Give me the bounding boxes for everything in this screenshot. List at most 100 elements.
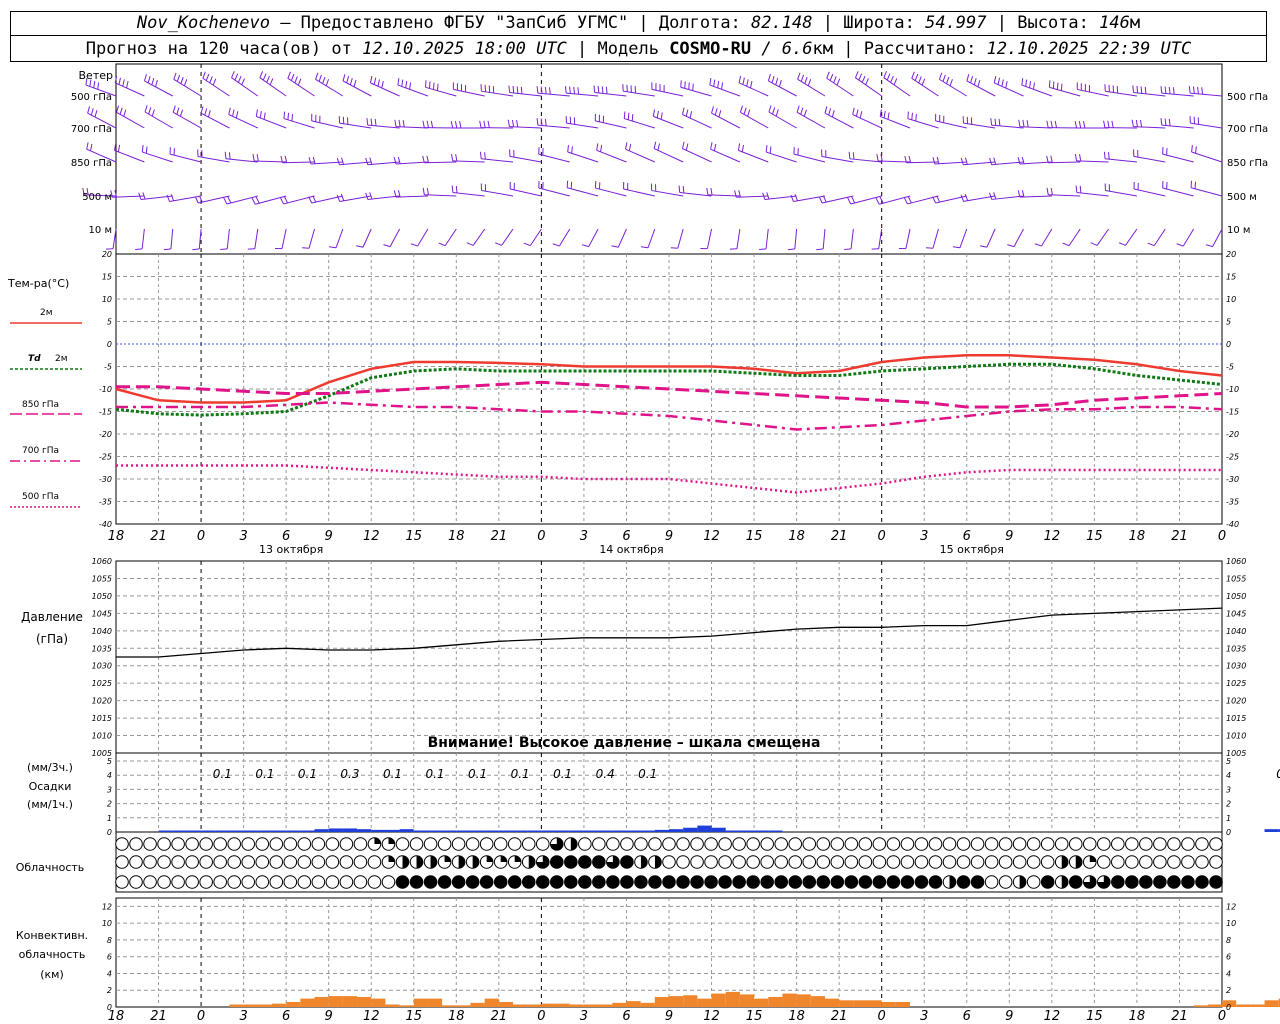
wind-barb-shaft (1019, 126, 1052, 129)
cloud-upper-symbol (620, 837, 634, 851)
wind-barb-feather (682, 141, 685, 149)
wind-barb-feather (409, 82, 412, 90)
wind-barb (422, 187, 457, 197)
conv-tick-right: 6 (1226, 953, 1231, 962)
wind-barb (565, 116, 599, 129)
wind-barb (536, 118, 570, 129)
wind-barb-feather (356, 245, 364, 248)
cloud-middle-symbol (662, 855, 676, 869)
cloud-fill (788, 875, 802, 889)
precip-bar (201, 830, 216, 832)
wind-barb (192, 228, 202, 251)
cloud-circle (367, 855, 382, 869)
cloud-lower-symbol (970, 875, 985, 889)
wind-barb-feather (212, 78, 217, 86)
cloud-lower-symbol (1181, 875, 1195, 889)
wind-barb (302, 228, 315, 249)
cloud-fill (704, 875, 718, 889)
cloud-circle (143, 855, 157, 869)
wind-barb-shaft (1190, 92, 1223, 97)
wind-barb (1103, 120, 1137, 129)
wind-barb (338, 116, 372, 129)
cloud-circle (816, 855, 831, 869)
convective-bar (243, 1004, 258, 1007)
cloud-circle (970, 855, 985, 869)
wind-barb-shaft (883, 77, 911, 97)
cloud-upper-symbol (858, 837, 873, 851)
precip-bar (1264, 829, 1279, 832)
wind-barb (581, 228, 599, 248)
precip-bar (754, 830, 769, 832)
time-tick-temp: 21 (1171, 529, 1188, 544)
wind-barb (993, 75, 1024, 97)
wind-barb-feather (767, 74, 771, 82)
conv-tick-left: 12 (102, 902, 112, 911)
wind-barb-feather (369, 75, 373, 83)
cloud-circle (367, 875, 382, 889)
wind-barb (1074, 153, 1109, 163)
wind-barb-shaft (395, 126, 428, 129)
time-tick-bottom: 21 (831, 1009, 848, 1024)
wind-barb-feather (1195, 146, 1197, 154)
cloud-circle (227, 855, 242, 869)
cloud-lower-symbol (381, 875, 396, 889)
wind-barb (1046, 155, 1081, 164)
wind-barb-shaft (452, 160, 485, 163)
cloud-lower-symbol (269, 875, 284, 889)
cloud-circle (592, 837, 606, 851)
wind-barb (739, 105, 769, 129)
wind-barb-feather (1192, 86, 1195, 94)
legend-850-label: 850 гПа (22, 400, 59, 410)
cloud-upper-symbol (395, 837, 410, 851)
wind-barb-feather (1139, 120, 1143, 128)
wind-barb-feather (854, 71, 859, 78)
cloud-fill (816, 875, 830, 889)
wind-barb (438, 228, 457, 247)
cloud-circle (872, 837, 887, 851)
wind-barb-shaft (991, 124, 1024, 129)
wind-barb-feather (259, 71, 264, 78)
convective-bar (484, 998, 499, 1007)
cloud-fill (802, 875, 816, 889)
wind-barb (966, 74, 996, 97)
wind-barb-shaft (287, 77, 315, 97)
cloud-circle (255, 875, 270, 889)
wind-barb-feather (494, 242, 502, 246)
cloud-lower-symbol (606, 875, 620, 889)
cloud-lower-symbol (718, 875, 732, 889)
temp-tick-right: -30 (1226, 475, 1239, 484)
time-tick-temp: 9 (665, 529, 673, 544)
cloud-circle (339, 837, 354, 851)
wind-barb-shaft (794, 228, 798, 249)
legend-700-label: 700 гПа (22, 446, 59, 456)
cloud-circle (129, 837, 143, 851)
cloud-circle (606, 837, 620, 851)
cloud-lower-symbol (1082, 875, 1097, 889)
precip-total-label: 0.1 (255, 767, 274, 781)
cloud-circle (914, 837, 929, 851)
wind-barb-feather (942, 74, 946, 82)
cloud-circle (283, 837, 298, 851)
wind-barb-feather (405, 80, 408, 88)
wind-barb-feather (738, 75, 742, 83)
cloud-lower-symbol (339, 875, 354, 889)
wind-barb (228, 107, 259, 129)
time-tick-temp: 18 (788, 529, 805, 544)
wind-barb (593, 85, 627, 97)
wind-barb-feather (148, 107, 152, 115)
cloud-lower-symbol (1012, 875, 1027, 889)
wind-barb-shaft (793, 153, 826, 163)
wind-barb-shaft (963, 122, 996, 129)
wind-barb-feather (223, 197, 228, 205)
wind-barb-shaft (682, 148, 712, 163)
cloud-circle (157, 855, 171, 869)
cloud-circle (1139, 855, 1153, 869)
pressure-tick-left: 1025 (92, 679, 112, 688)
convective-bar (456, 1005, 471, 1007)
wind-barb-feather (459, 121, 462, 129)
convective-bar (1236, 1004, 1251, 1007)
wind-barb-feather (438, 242, 446, 247)
precip-tick-left: 0 (107, 828, 112, 837)
cloud-upper-symbol (886, 837, 901, 851)
pressure-title: Давление (21, 610, 83, 624)
